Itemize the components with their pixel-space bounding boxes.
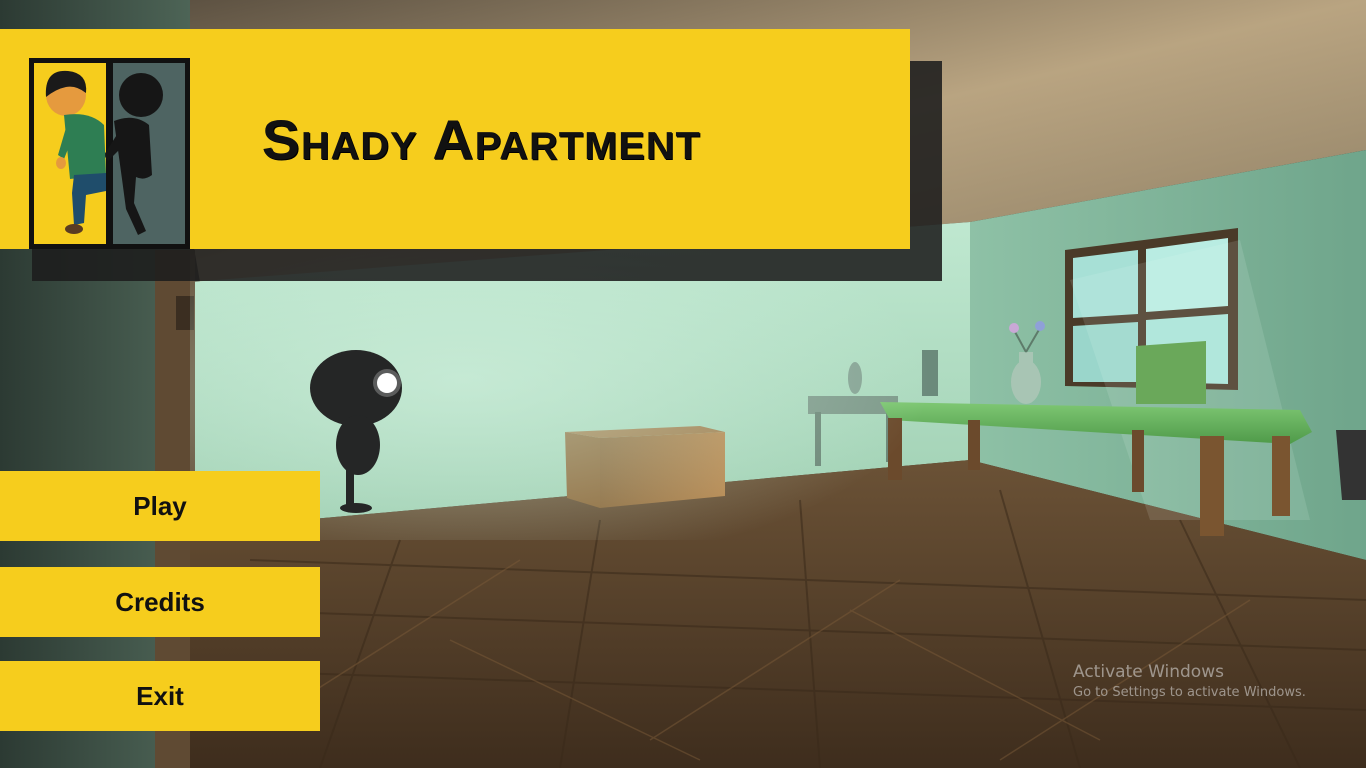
activation-watermark: Activate Windows Go to Settings to activ… xyxy=(1073,661,1306,703)
exit-button[interactable]: Exit xyxy=(0,661,320,731)
watermark-title: Activate Windows xyxy=(1073,662,1224,682)
credits-button-label: Credits xyxy=(115,586,205,617)
game-title: Shady Apartment xyxy=(261,108,701,171)
credits-button[interactable]: Credits xyxy=(0,567,320,637)
boy-and-shadow-logo-icon xyxy=(29,58,190,249)
exit-button-label: Exit xyxy=(136,680,184,711)
play-button[interactable]: Play xyxy=(0,471,320,541)
title-banner: Shady Apartment xyxy=(0,29,910,249)
watermark-subtitle: Go to Settings to activate Windows. xyxy=(1073,685,1306,700)
play-button-label: Play xyxy=(133,490,187,521)
